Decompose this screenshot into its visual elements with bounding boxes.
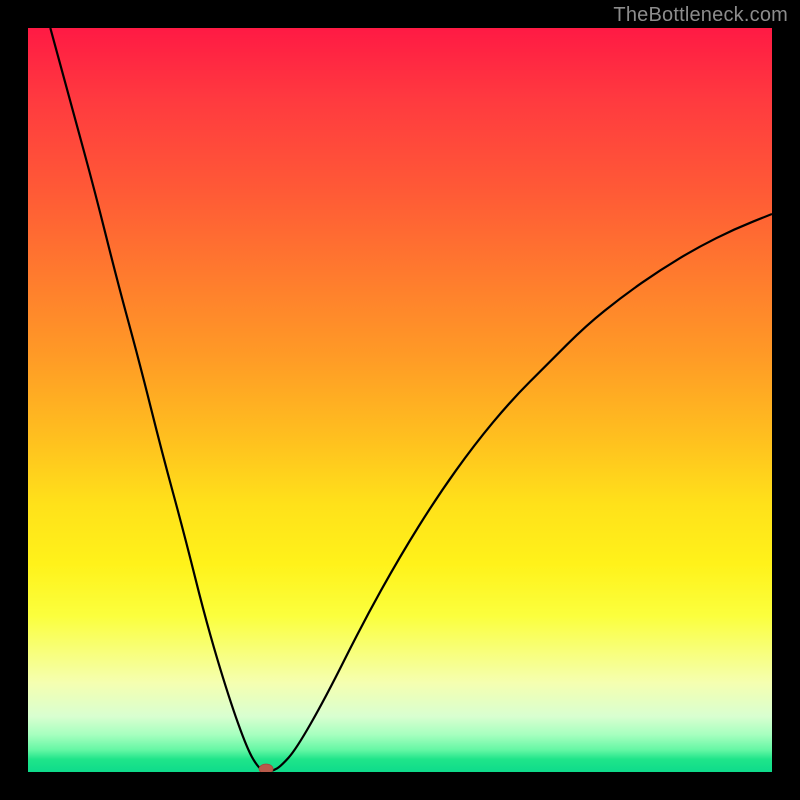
- plot-area: [28, 28, 772, 772]
- bottleneck-curve: [50, 28, 772, 771]
- chart-frame: TheBottleneck.com: [0, 0, 800, 800]
- curve-layer: [28, 28, 772, 772]
- minimum-marker: [259, 764, 273, 772]
- watermark-text: TheBottleneck.com: [613, 4, 788, 27]
